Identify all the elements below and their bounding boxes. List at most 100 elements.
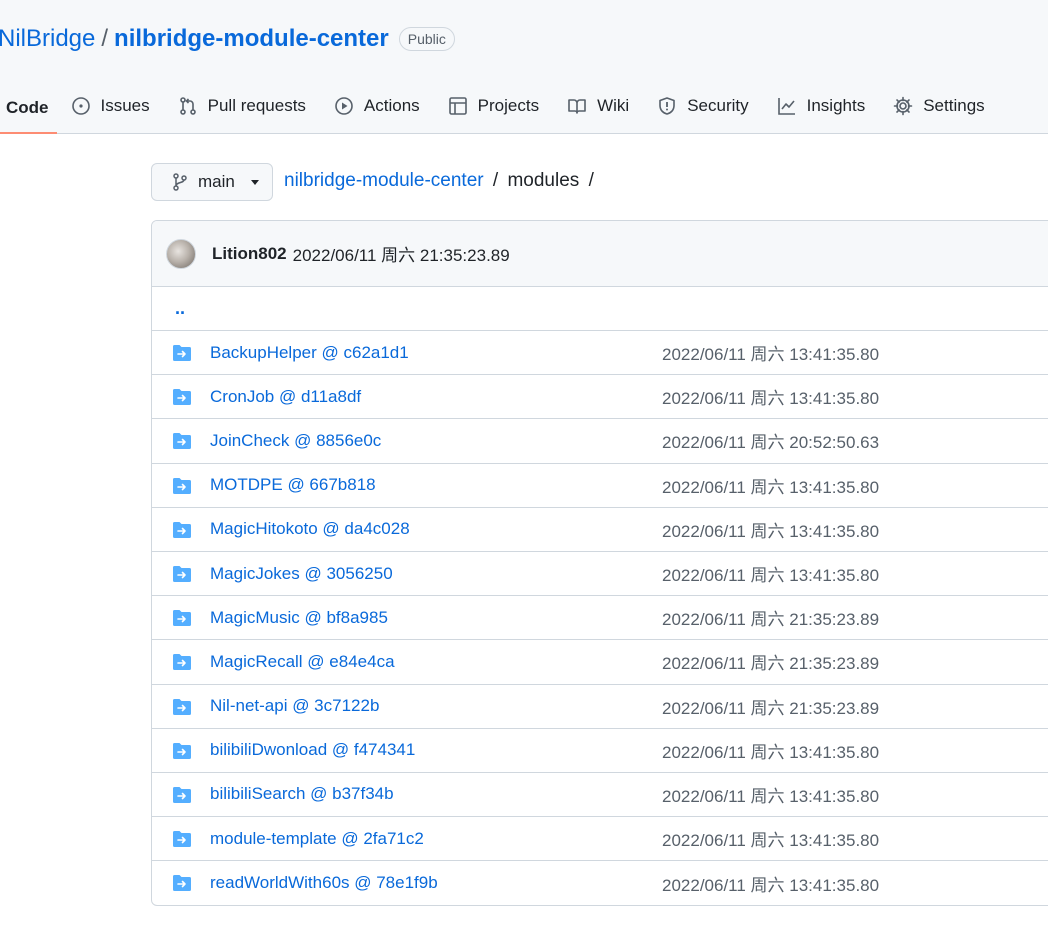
file-name-link[interactable]: MagicHitokoto @ da4c028 [210, 519, 410, 539]
file-row[interactable]: CronJob @ d11a8df 2022/06/11 周六 13:41:35… [152, 375, 1048, 420]
tab-code-label: Code [6, 98, 49, 117]
file-commit-date: 2022/06/11 周六 21:35:23.89 [662, 698, 880, 718]
submodule-folder-icon [173, 433, 191, 450]
submodule-folder-icon [173, 742, 191, 759]
table-icon [448, 97, 467, 115]
file-row[interactable]: readWorldWith60s @ 78e1f9b 2022/06/11 周六… [152, 861, 1048, 905]
file-commit-date: 2022/06/11 周六 13:41:35.80 [662, 345, 880, 365]
file-row[interactable]: JoinCheck @ 8856e0c 2022/06/11 周六 20:52:… [152, 419, 1048, 464]
tab-pull-requests[interactable]: Pull requests [164, 84, 320, 128]
commit-timestamp: 2022/06/11 周六 21:35:23.89 [292, 246, 510, 265]
git-pull-request-icon [179, 97, 196, 115]
tab-security[interactable]: Security [643, 84, 762, 128]
file-row[interactable]: MagicMusic @ bf8a985 2022/06/11 周六 21:35… [152, 596, 1048, 641]
file-row[interactable]: MOTDPE @ 667b818 2022/06/11 周六 13:41:35.… [152, 464, 1048, 508]
tab-projects-label: Projects [477, 96, 540, 115]
branch-name: main [198, 172, 235, 191]
play-icon [335, 97, 353, 115]
tab-security-label: Security [687, 96, 749, 115]
git-branch-icon [173, 173, 187, 191]
file-commit-date: 2022/06/11 周六 13:41:35.80 [662, 786, 880, 806]
file-name-link[interactable]: CronJob @ d11a8df [210, 387, 361, 407]
repo-title-separator: / [101, 25, 109, 52]
file-row[interactable]: MagicHitokoto @ da4c028 2022/06/11 周六 13… [152, 508, 1048, 552]
commit-author[interactable]: Lition802 [212, 244, 287, 264]
file-row[interactable]: Nil-net-api @ 3c7122b 2022/06/11 周六 21:3… [152, 685, 1048, 729]
parent-directory-label: .. [175, 298, 186, 318]
latest-commit-bar: Lition802 2022/06/11 周六 21:35:23.89 [152, 221, 1048, 287]
file-commit-date: 2022/06/11 周六 13:41:35.80 [662, 521, 880, 541]
file-list: BackupHelper @ c62a1d1 2022/06/11 周六 13:… [152, 331, 1048, 905]
repo-title: NilBridge / nilbridge-module-center Publ… [0, 22, 455, 56]
file-commit-date: 2022/06/11 周六 20:52:50.63 [662, 433, 880, 453]
chevron-down-icon [250, 179, 259, 185]
tab-actions[interactable]: Actions [320, 84, 434, 128]
file-commit-date: 2022/06/11 周六 13:41:35.80 [662, 742, 880, 762]
file-commit-date: 2022/06/11 周六 21:35:23.89 [662, 654, 880, 674]
file-row[interactable]: module-template @ 2fa71c2 2022/06/11 周六 … [152, 817, 1048, 862]
submodule-folder-icon [173, 875, 191, 892]
file-name-link[interactable]: bilibiliSearch @ b37f34b [210, 784, 394, 804]
visibility-badge: Public [398, 27, 455, 51]
graph-icon [777, 98, 795, 115]
file-name-link[interactable]: MOTDPE @ 667b818 [210, 475, 376, 495]
file-commit-date: 2022/06/11 周六 21:35:23.89 [662, 610, 880, 630]
tab-issues-label: Issues [100, 96, 150, 115]
repo-nav-tabs: Code Issues Pull requests Actions Projec… [0, 84, 999, 134]
file-name-link[interactable]: MagicRecall @ e84e4ca [210, 652, 395, 672]
submodule-folder-icon [173, 477, 191, 494]
issue-opened-icon [71, 97, 90, 115]
file-name-link[interactable]: MagicJokes @ 3056250 [210, 564, 393, 584]
file-commit-date: 2022/06/11 周六 13:41:35.80 [662, 477, 880, 497]
branch-select-button[interactable]: main [151, 163, 273, 201]
submodule-folder-icon [173, 521, 191, 538]
breadcrumb-repo-link[interactable]: nilbridge-module-center [284, 170, 484, 191]
file-name-link[interactable]: readWorldWith60s @ 78e1f9b [210, 873, 438, 893]
tab-settings[interactable]: Settings [879, 84, 998, 128]
breadcrumb: nilbridge-module-center / modules / [284, 170, 598, 192]
repo-name-link[interactable]: nilbridge-module-center [114, 25, 389, 53]
file-name-link[interactable]: MagicMusic @ bf8a985 [210, 608, 388, 628]
file-name-link[interactable]: JoinCheck @ 8856e0c [210, 431, 381, 451]
breadcrumb-current-folder: modules [507, 170, 580, 191]
submodule-folder-icon [173, 654, 191, 671]
tab-wiki-label: Wiki [597, 96, 630, 115]
tab-projects[interactable]: Projects [434, 84, 553, 128]
file-row[interactable]: MagicJokes @ 3056250 2022/06/11 周六 13:41… [152, 552, 1048, 597]
file-commit-date: 2022/06/11 周六 13:41:35.80 [662, 566, 880, 586]
file-commit-date: 2022/06/11 周六 13:41:35.80 [662, 875, 880, 895]
file-browser: Lition802 2022/06/11 周六 21:35:23.89 .. B… [151, 220, 1048, 906]
file-commit-date: 2022/06/11 周六 13:41:35.80 [662, 389, 880, 409]
submodule-folder-icon [173, 565, 191, 582]
tab-pull-requests-label: Pull requests [207, 96, 306, 115]
breadcrumb-separator: / [492, 170, 499, 191]
file-name-link[interactable]: Nil-net-api @ 3c7122b [210, 696, 379, 716]
file-name-link[interactable]: bilibiliDwonload @ f474341 [210, 740, 415, 760]
submodule-folder-icon [173, 345, 191, 361]
shield-icon [659, 97, 676, 115]
submodule-folder-icon [173, 786, 191, 803]
submodule-folder-icon [173, 610, 191, 627]
avatar[interactable] [166, 238, 196, 269]
tab-issues[interactable]: Issues [57, 84, 164, 128]
file-commit-date: 2022/06/11 周六 13:41:35.80 [662, 831, 880, 851]
file-row[interactable]: BackupHelper @ c62a1d1 2022/06/11 周六 13:… [152, 331, 1048, 376]
parent-directory-link[interactable]: .. [152, 287, 1048, 331]
tab-settings-label: Settings [923, 96, 985, 115]
file-row[interactable]: bilibiliDwonload @ f474341 2022/06/11 周六… [152, 729, 1048, 773]
tab-insights[interactable]: Insights [763, 84, 880, 128]
submodule-folder-icon [173, 831, 191, 848]
tab-insights-label: Insights [806, 96, 866, 115]
submodule-folder-icon [173, 698, 191, 715]
file-row[interactable]: MagicRecall @ e84e4ca 2022/06/11 周六 21:3… [152, 640, 1048, 685]
file-name-link[interactable]: BackupHelper @ c62a1d1 [210, 343, 409, 363]
tab-actions-label: Actions [363, 96, 420, 115]
breadcrumb-separator: / [588, 170, 594, 191]
book-icon [568, 99, 586, 114]
tab-code[interactable]: Code [0, 84, 57, 134]
tab-wiki[interactable]: Wiki [553, 84, 643, 128]
file-name-link[interactable]: module-template @ 2fa71c2 [210, 829, 424, 849]
gear-icon [893, 96, 913, 116]
file-row[interactable]: bilibiliSearch @ b37f34b 2022/06/11 周六 1… [152, 773, 1048, 818]
repo-owner-link[interactable]: NilBridge [0, 25, 95, 53]
